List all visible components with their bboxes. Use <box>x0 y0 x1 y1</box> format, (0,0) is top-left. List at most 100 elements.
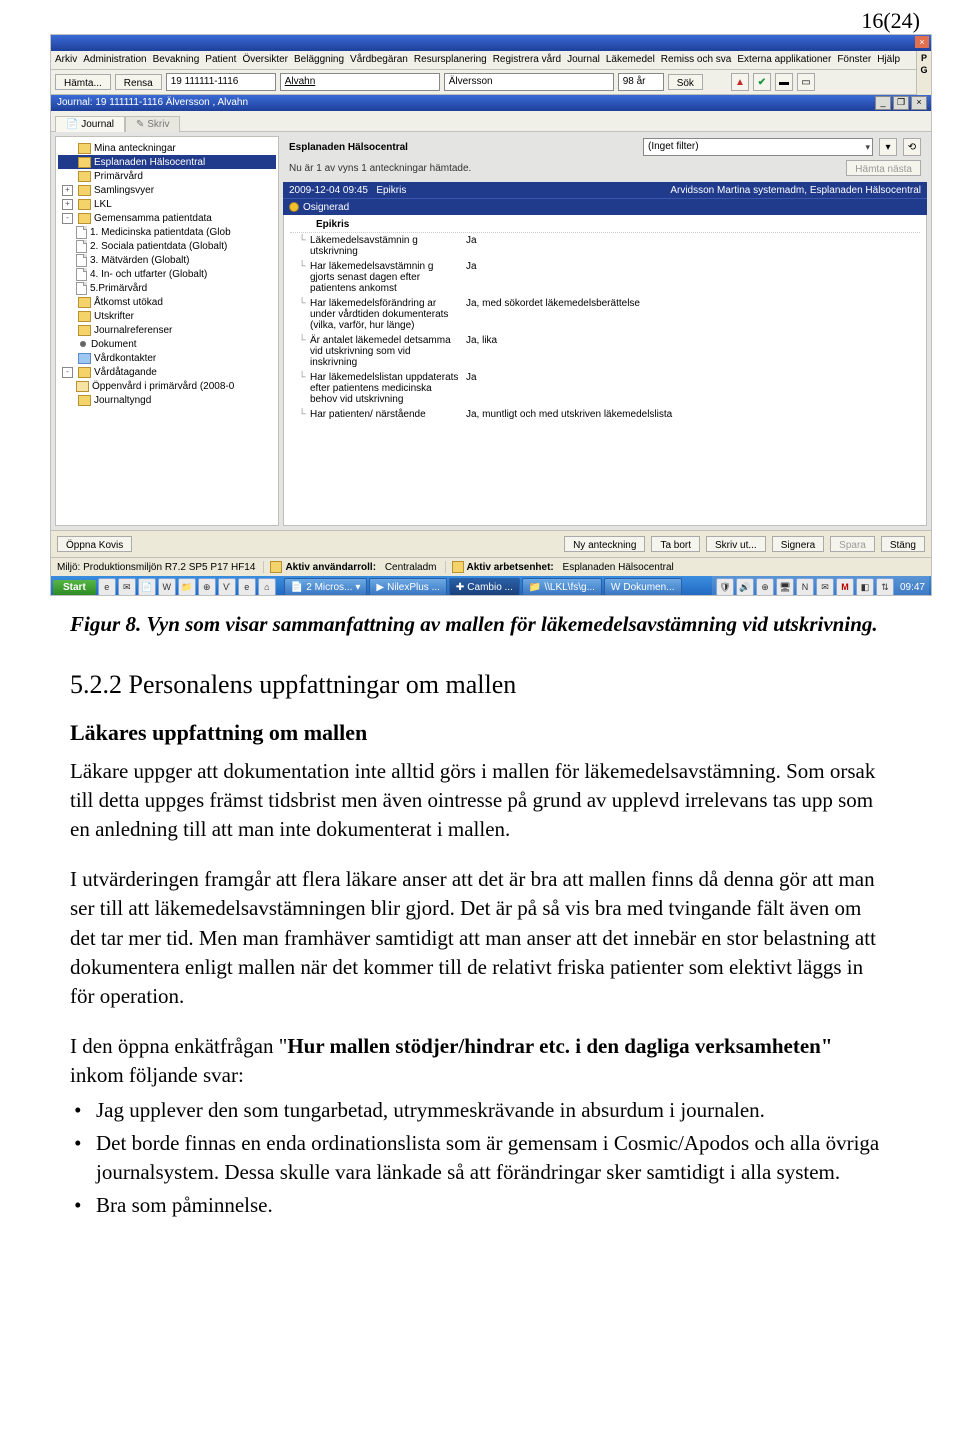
ql-icon[interactable]: Ѵ <box>218 578 236 596</box>
tree-item[interactable]: -Vårdåtagande <box>58 365 276 379</box>
page-icon <box>76 254 87 267</box>
tree-item[interactable]: Utskrifter <box>58 309 276 323</box>
stang-button[interactable]: Stäng <box>881 536 925 552</box>
app-titlebar: × <box>51 35 931 51</box>
lastname-field[interactable]: Älversson <box>444 73 614 91</box>
minimize-icon[interactable]: _ <box>875 96 891 110</box>
task-button-active[interactable]: ✚ Cambio ... <box>449 578 520 596</box>
close-icon[interactable]: × <box>911 96 927 110</box>
folder-open-icon <box>76 381 89 392</box>
hamta-nasta-button: Hämta nästa <box>846 160 921 176</box>
folder-icon <box>78 395 91 406</box>
folder-icon <box>78 171 91 182</box>
folder-icon <box>78 311 91 322</box>
folder-icon <box>78 143 91 154</box>
bullet-list: Jag upplever den som tungarbetad, utrymm… <box>92 1096 890 1220</box>
tool-icon[interactable]: ▬ <box>775 73 793 91</box>
tree-item[interactable]: 1. Medicinska patientdata (Glob <box>58 225 276 239</box>
page-icon <box>76 226 87 239</box>
rensa-button[interactable]: Rensa <box>115 74 162 90</box>
page-icon <box>76 240 87 253</box>
status-bar: Miljö: Produktionsmiljön R7.2 SP5 P17 HF… <box>51 557 931 576</box>
task-button[interactable]: ▶ NilexPlus ... <box>369 578 447 596</box>
folder-icon <box>78 199 91 210</box>
folder-icon <box>78 213 91 224</box>
folder-icon <box>78 325 91 336</box>
paragraph: I utvärderingen framgår att flera läkare… <box>70 865 890 1012</box>
tree-item[interactable]: Journaltyngd <box>58 393 276 407</box>
filter-select[interactable]: (Inget filter) <box>643 138 873 156</box>
note-row: └Har patienten/ närståendeJa, muntligt o… <box>284 407 926 422</box>
env-label: Miljö: Produktionsmiljön R7.2 SP5 P17 HF… <box>57 562 255 573</box>
screenshot: × ArkivAdministrationBevakningPatientÖve… <box>50 34 932 596</box>
filter-btn-2[interactable]: ⟲ <box>903 138 921 156</box>
filter-btn-1[interactable]: ▾ <box>879 138 897 156</box>
patient-toolbar: Hämta... Rensa 19 111111-1116 Alvahn Älv… <box>51 70 916 95</box>
tree-item[interactable]: Åtkomst utökad <box>58 295 276 309</box>
filter-title: Esplanaden Hälsocentral <box>289 142 408 153</box>
folder-icon <box>78 353 91 364</box>
tree-item[interactable]: 4. In- och utfarter (Globalt) <box>58 267 276 281</box>
oppna-kovis-button[interactable]: Öppna Kovis <box>57 536 132 552</box>
menubar[interactable]: ArkivAdministrationBevakningPatientÖvers… <box>51 51 916 70</box>
list-item: Bra som påminnelse. <box>92 1191 890 1220</box>
ql-icon[interactable]: 📄 <box>138 578 156 596</box>
tool-icon-2[interactable]: ▭ <box>797 73 815 91</box>
dot-icon <box>80 341 86 347</box>
ql-icon[interactable]: e <box>98 578 116 596</box>
restore-icon[interactable]: ❐ <box>893 96 909 110</box>
ql-icon[interactable]: 📁 <box>178 578 196 596</box>
task-button[interactable]: W Dokumen... <box>604 578 682 596</box>
tree-item[interactable]: 3. Mätvärden (Globalt) <box>58 253 276 267</box>
list-item: Det borde finnas en enda ordinationslist… <box>92 1129 890 1188</box>
note-body[interactable]: Epikris └Läkemedelsavstämnin g utskrivni… <box>283 215 927 526</box>
page-number: 16(24) <box>0 0 960 34</box>
ql-icon[interactable]: e <box>238 578 256 596</box>
note-row: └Är antalet läkemedel detsamma vid utskr… <box>284 333 926 370</box>
note-heading: Epikris <box>290 215 920 233</box>
ql-icon[interactable]: ⌂ <box>258 578 276 596</box>
tree-item[interactable]: Vårdkontakter <box>58 351 276 365</box>
system-tray[interactable]: 🛡🔊⊕🖥N✉M◧⇅ 09:47 <box>712 576 929 596</box>
tabort-button[interactable]: Ta bort <box>651 536 700 552</box>
firstname-field[interactable]: Alvahn <box>280 73 440 91</box>
signera-button[interactable]: Signera <box>772 536 824 552</box>
sok-button[interactable]: Sök <box>668 74 703 90</box>
side-letters[interactable]: P G <box>916 51 931 95</box>
paragraph: Läkare uppger att dokumentation inte all… <box>70 757 890 845</box>
tree-item[interactable]: -Gemensamma patientdata <box>58 211 276 225</box>
pnr-field[interactable]: 19 111111-1116 <box>166 73 276 91</box>
tree-item[interactable]: 5.Primärvård <box>58 281 276 295</box>
task-button[interactable]: 📁 \\LKL\fs\g... <box>522 578 602 596</box>
tree-item[interactable]: Primärvård <box>58 169 276 183</box>
approve-icon[interactable]: ✔ <box>753 73 771 91</box>
tab-journal[interactable]: 📄 Journal <box>55 116 125 132</box>
ny-anteckning-button[interactable]: Ny anteckning <box>564 536 645 552</box>
tree-item[interactable]: +LKL <box>58 197 276 211</box>
ql-icon[interactable]: ✉ <box>118 578 136 596</box>
heading-lakare: Läkares uppfattning om mallen <box>70 718 890 749</box>
skrivut-button[interactable]: Skriv ut... <box>706 536 766 552</box>
task-button[interactable]: 📄 2 Micros... ▾ <box>284 578 368 596</box>
tree-item[interactable]: +Samlingsvyer <box>58 183 276 197</box>
ql-icon[interactable]: W <box>158 578 176 596</box>
tree-item[interactable]: 2. Sociala patientdata (Globalt) <box>58 239 276 253</box>
nav-tree[interactable]: Mina anteckningarEsplanaden Hälsocentral… <box>55 136 279 526</box>
note-row: └Läkemedelsavstämnin g utskrivningJa <box>284 233 926 259</box>
ql-icon[interactable]: ⊕ <box>198 578 216 596</box>
hamta-button[interactable]: Hämta... <box>55 74 111 90</box>
folder-icon <box>78 185 91 196</box>
tree-item[interactable]: Journalreferenser <box>58 323 276 337</box>
windows-taskbar[interactable]: Start e ✉ 📄 W 📁 ⊕ Ѵ e ⌂ 📄 2 Micros... ▾ … <box>51 576 931 596</box>
tree-item[interactable]: Dokument <box>58 337 276 351</box>
start-button[interactable]: Start <box>53 580 96 595</box>
tree-item[interactable]: Esplanaden Hälsocentral <box>58 155 276 169</box>
tree-item[interactable]: Mina anteckningar <box>58 141 276 155</box>
tree-item[interactable]: Öppenvård i primärvård (2008-0 <box>58 379 276 393</box>
tabstrip: 📄 Journal ✎ Skriv <box>51 111 931 132</box>
action-bar: Öppna Kovis Ny anteckning Ta bort Skriv … <box>51 530 931 557</box>
tab-skriv[interactable]: ✎ Skriv <box>125 116 180 132</box>
close-icon[interactable]: × <box>915 36 929 48</box>
warning-icon[interactable]: ▲ <box>731 73 749 91</box>
clock: 09:47 <box>900 582 925 593</box>
